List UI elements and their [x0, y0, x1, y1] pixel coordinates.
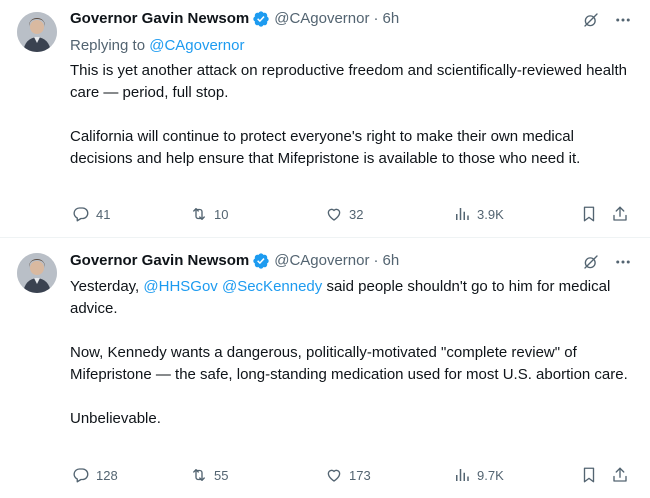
retweet-icon [190, 205, 208, 223]
tweet-text: Yesterday, @HHSGov @SecKennedy said peop… [70, 276, 630, 430]
views-button[interactable]: 3.9K [453, 204, 504, 224]
tweet-actions: 41 10 32 3.9K [70, 204, 635, 224]
share-icon [611, 205, 629, 223]
replying-to: Replying to @CAgovernor [70, 36, 245, 56]
views-icon [453, 466, 471, 484]
retweet-count: 10 [214, 206, 229, 222]
separator: · [373, 10, 379, 27]
tweet-header: Governor Gavin Newsom @CAgovernor · 6h [70, 251, 560, 271]
bookmark-button[interactable] [580, 204, 598, 224]
reply-count: 128 [96, 467, 118, 483]
tweet-header: Governor Gavin Newsom @CAgovernor · 6h [70, 9, 560, 29]
tweet-top-actions [582, 252, 632, 272]
reply-icon [72, 466, 90, 484]
like-count: 173 [349, 467, 371, 483]
tweet-paragraph: This is yet another attack on reproducti… [70, 62, 627, 101]
bookmark-icon [580, 466, 598, 484]
tweet-paragraph: Now, Kennedy wants a dangerous, politica… [70, 344, 628, 383]
tweet-paragraph: California will continue to protect ever… [70, 128, 581, 167]
like-button[interactable]: 173 [325, 465, 371, 485]
mention-seckennedy[interactable]: @SecKennedy [222, 278, 322, 295]
like-icon [325, 205, 343, 223]
tweet-paragraph: Unbelievable. [70, 410, 161, 427]
timestamp[interactable]: 6h [383, 251, 400, 271]
share-icon [611, 466, 629, 484]
retweet-button[interactable]: 10 [190, 204, 228, 224]
views-button[interactable]: 9.7K [453, 465, 504, 485]
replying-to-label: Replying to [70, 37, 146, 54]
mention-hhsgov[interactable]: @HHSGov [143, 278, 217, 295]
avatar[interactable] [17, 253, 57, 293]
like-count: 32 [349, 206, 364, 222]
author-handle[interactable]: @CAgovernor [274, 251, 369, 271]
replying-to-mention[interactable]: @CAgovernor [149, 37, 244, 54]
like-icon [325, 466, 343, 484]
reply-count: 41 [96, 206, 111, 222]
share-button[interactable] [611, 465, 629, 485]
grok-icon[interactable] [582, 253, 600, 271]
tweet[interactable]: Governor Gavin Newsom @CAgovernor · 6h R… [0, 0, 650, 238]
share-button[interactable] [611, 204, 629, 224]
retweet-icon [190, 466, 208, 484]
tweet-text: This is yet another attack on reproducti… [70, 60, 630, 170]
reply-button[interactable]: 41 [72, 204, 110, 224]
like-button[interactable]: 32 [325, 204, 363, 224]
more-icon[interactable] [614, 11, 632, 29]
tweet-text-segment: Yesterday, [70, 278, 144, 295]
retweet-count: 55 [214, 467, 229, 483]
timeline: Governor Gavin Newsom @CAgovernor · 6h R… [0, 0, 650, 498]
tweet-top-actions [582, 10, 632, 30]
bookmark-icon [580, 205, 598, 223]
verified-badge-icon [252, 10, 270, 28]
retweet-button[interactable]: 55 [190, 465, 228, 485]
verified-badge-icon [252, 252, 270, 270]
reply-icon [72, 205, 90, 223]
reply-button[interactable]: 128 [72, 465, 118, 485]
author-handle[interactable]: @CAgovernor [274, 9, 369, 29]
timestamp[interactable]: 6h [383, 9, 400, 29]
bookmark-button[interactable] [580, 465, 598, 485]
tweet-actions: 128 55 173 9.7K [70, 465, 635, 485]
author-name[interactable]: Governor Gavin Newsom [70, 251, 249, 271]
separator: · [373, 252, 379, 269]
grok-icon[interactable] [582, 11, 600, 29]
author-name[interactable]: Governor Gavin Newsom [70, 9, 249, 29]
views-icon [453, 205, 471, 223]
tweet-paragraph: Yesterday, @HHSGov @SecKennedy said peop… [70, 276, 630, 320]
views-count: 9.7K [477, 467, 504, 483]
more-icon[interactable] [614, 253, 632, 271]
tweet[interactable]: Governor Gavin Newsom @CAgovernor · 6h Y… [0, 239, 650, 498]
avatar[interactable] [17, 12, 57, 52]
views-count: 3.9K [477, 206, 504, 222]
